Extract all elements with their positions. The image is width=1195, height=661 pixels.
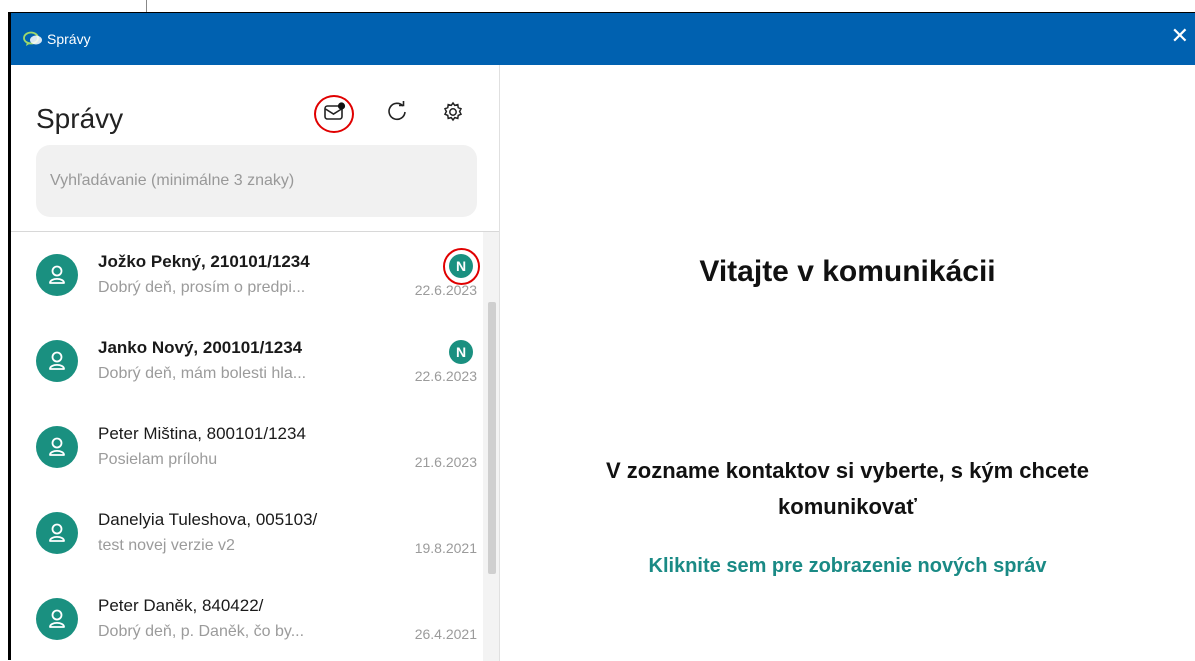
conversation-item[interactable]: Peter Miština, 800101/1234 Posielam príl… bbox=[11, 404, 483, 490]
window-title: Správy bbox=[47, 31, 91, 47]
conversation-date: 26.4.2021 bbox=[414, 626, 477, 642]
search-input[interactable] bbox=[36, 145, 477, 217]
avatar bbox=[36, 254, 78, 296]
person-icon bbox=[49, 265, 65, 284]
person-icon bbox=[49, 523, 65, 542]
chat-bubbles-icon bbox=[23, 31, 43, 51]
avatar bbox=[36, 512, 78, 554]
messages-window: Správy ✕ Správy Vyhľadávanie (minimálne … bbox=[8, 12, 1195, 661]
conversation-preview: Posielam prílohu bbox=[98, 451, 218, 468]
conversation-date: 22.6.2023 bbox=[414, 368, 477, 384]
welcome-title: Vitajte v komunikácii bbox=[699, 255, 996, 288]
welcome-panel: Vitajte v komunikácii V zozname kontakto… bbox=[500, 65, 1195, 661]
avatar bbox=[36, 426, 78, 468]
conversation-item[interactable]: Janko Nový, 200101/1234 Dobrý deň, mám b… bbox=[11, 318, 483, 404]
close-icon[interactable]: ✕ bbox=[1171, 25, 1189, 49]
conversation-preview: Dobrý deň, mám bolesti hla... bbox=[98, 365, 307, 382]
conversation-date: 21.6.2023 bbox=[414, 454, 477, 470]
show-new-messages-link[interactable]: Kliknite sem pre zobrazenie nových správ bbox=[500, 555, 1195, 578]
conversation-preview: Dobrý deň, p. Daněk, čo by... bbox=[98, 623, 305, 640]
conversation-name: Jožko Pekný, 210101/1234 bbox=[98, 252, 310, 271]
highlight-ring-new-message bbox=[314, 95, 354, 133]
conversation-preview: Dobrý deň, prosím o predpi... bbox=[98, 279, 306, 296]
conversation-date: 22.6.2023 bbox=[414, 282, 477, 298]
background-divider bbox=[146, 0, 147, 12]
conversation-item[interactable]: Danelyia Tuleshova, 005103/ test novej v… bbox=[11, 490, 483, 576]
unread-badge: N bbox=[449, 340, 473, 364]
conversations-sidebar: Správy Vyhľadávanie (minimálne 3 znaky) … bbox=[11, 65, 500, 661]
conversation-item[interactable]: Jožko Pekný, 210101/1234 Dobrý deň, pros… bbox=[11, 232, 483, 318]
conversation-name: Danelyia Tuleshova, 005103/ bbox=[98, 510, 318, 529]
conversation-name: Peter Miština, 800101/1234 bbox=[98, 424, 306, 443]
avatar bbox=[36, 598, 78, 640]
avatar bbox=[36, 340, 78, 382]
conversation-date: 19.8.2021 bbox=[414, 540, 477, 556]
list-scrollbar[interactable] bbox=[483, 232, 499, 661]
sidebar-heading: Správy bbox=[36, 103, 124, 134]
person-icon bbox=[49, 609, 65, 628]
person-icon bbox=[49, 437, 65, 456]
settings-gear-icon[interactable] bbox=[438, 97, 468, 127]
highlight-ring-unread bbox=[443, 248, 480, 285]
choose-contact-text: V zozname kontaktov si vyberte, s kým ch… bbox=[606, 458, 1089, 519]
refresh-icon[interactable] bbox=[382, 97, 412, 127]
conversation-name: Peter Daněk, 840422/ bbox=[98, 596, 264, 615]
conversation-name: Janko Nový, 200101/1234 bbox=[98, 338, 303, 357]
conversation-preview: test novej verzie v2 bbox=[98, 537, 235, 554]
conversation-item[interactable]: Peter Daněk, 840422/ Dobrý deň, p. Daněk… bbox=[11, 576, 483, 661]
title-bar: Správy ✕ bbox=[11, 13, 1195, 65]
scrollbar-thumb[interactable] bbox=[488, 302, 496, 574]
background-window-strip bbox=[0, 0, 1195, 12]
conversation-list: Jožko Pekný, 210101/1234 Dobrý deň, pros… bbox=[11, 232, 483, 661]
person-icon bbox=[49, 351, 65, 370]
